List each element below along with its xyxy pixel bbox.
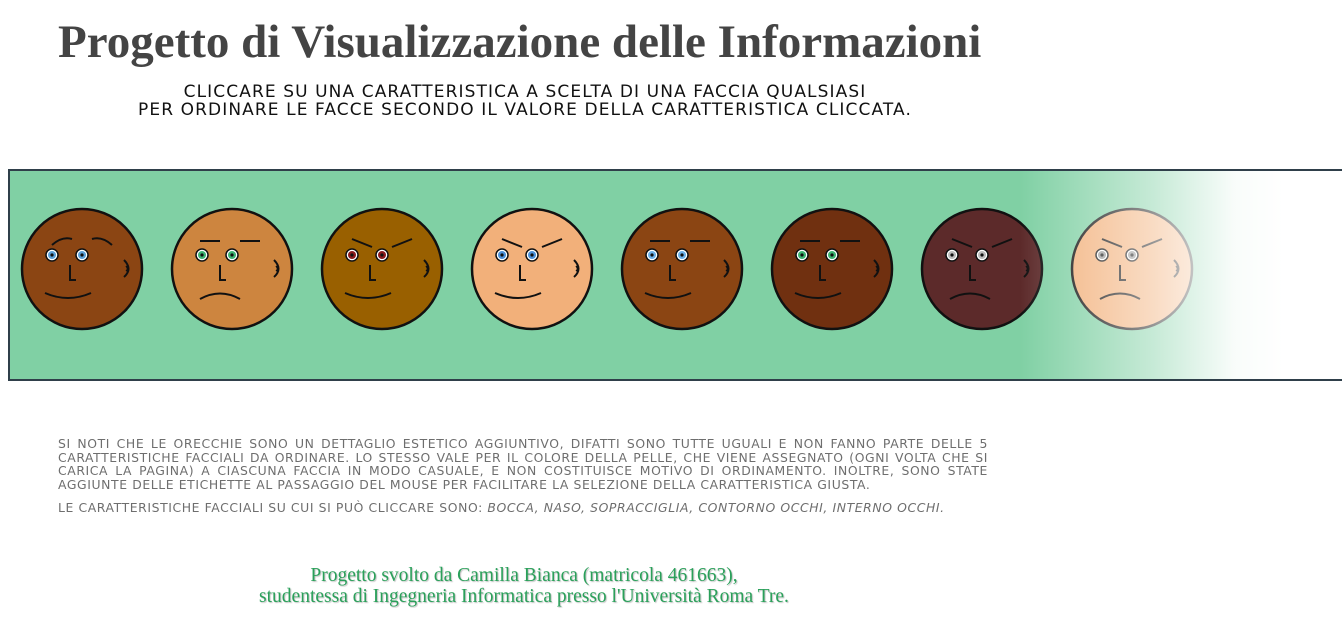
face-contour[interactable] — [470, 207, 594, 331]
face[interactable] — [20, 207, 144, 331]
instructions: CLICCARE SU UNA CARATTERISTICA A SCELTA … — [110, 83, 940, 119]
eye-right-pupil — [980, 253, 984, 257]
eye-left-pupil — [950, 253, 954, 257]
credits-line-1: Progetto svolto da Camilla Bianca (matri… — [310, 565, 738, 586]
eye-right-pupil — [230, 253, 234, 257]
eye-right-pupil — [80, 253, 84, 257]
face[interactable] — [170, 207, 294, 331]
eye-right-pupil — [1130, 253, 1134, 257]
eye-left-pupil — [800, 253, 804, 257]
face-contour[interactable] — [920, 207, 1044, 331]
face[interactable] — [320, 207, 444, 331]
eye-right-pupil — [530, 253, 534, 257]
faces-canvas — [10, 171, 1342, 379]
eye-right-pupil — [380, 253, 384, 257]
eye-left-pupil — [1100, 253, 1104, 257]
credits-line-2: studentessa di Ingegneria Informatica pr… — [259, 586, 789, 607]
face-contour[interactable] — [20, 207, 144, 331]
eye-right-pupil — [680, 253, 684, 257]
face-contour[interactable] — [320, 207, 444, 331]
eye-left-pupil — [50, 253, 54, 257]
face[interactable] — [770, 207, 894, 331]
face[interactable] — [920, 207, 1044, 331]
eye-left-pupil — [650, 253, 654, 257]
eye-left-pupil — [200, 253, 204, 257]
features-line: Le caratteristiche facciali su cui si pu… — [58, 501, 988, 515]
features-list: bocca, naso, sopracciglia, contorno occh… — [487, 500, 945, 515]
face[interactable] — [470, 207, 594, 331]
eye-left-pupil — [350, 253, 354, 257]
face[interactable] — [620, 207, 744, 331]
eye-right-pupil — [830, 253, 834, 257]
features-intro: Le caratteristiche facciali su cui si pu… — [58, 500, 488, 515]
face-contour[interactable] — [770, 207, 894, 331]
faces-panel — [8, 169, 1342, 381]
page-title: Progetto di Visualizzazione delle Inform… — [58, 16, 982, 68]
face-contour[interactable] — [620, 207, 744, 331]
eye-left-pupil — [500, 253, 504, 257]
notes-paragraph: Si noti che le orecchie sono un dettagli… — [58, 436, 988, 492]
instructions-line-1: CLICCARE SU UNA CARATTERISTICA A SCELTA … — [183, 82, 867, 102]
face-contour[interactable] — [1070, 207, 1194, 331]
instructions-line-2: PER ORDINARE LE FACCE SECONDO IL VALORE … — [138, 100, 912, 120]
face[interactable] — [1070, 207, 1194, 331]
face-contour[interactable] — [170, 207, 294, 331]
credits: Progetto svolto da Camilla Bianca (matri… — [170, 565, 878, 607]
notes: Si noti che le orecchie sono un dettagli… — [58, 437, 988, 515]
